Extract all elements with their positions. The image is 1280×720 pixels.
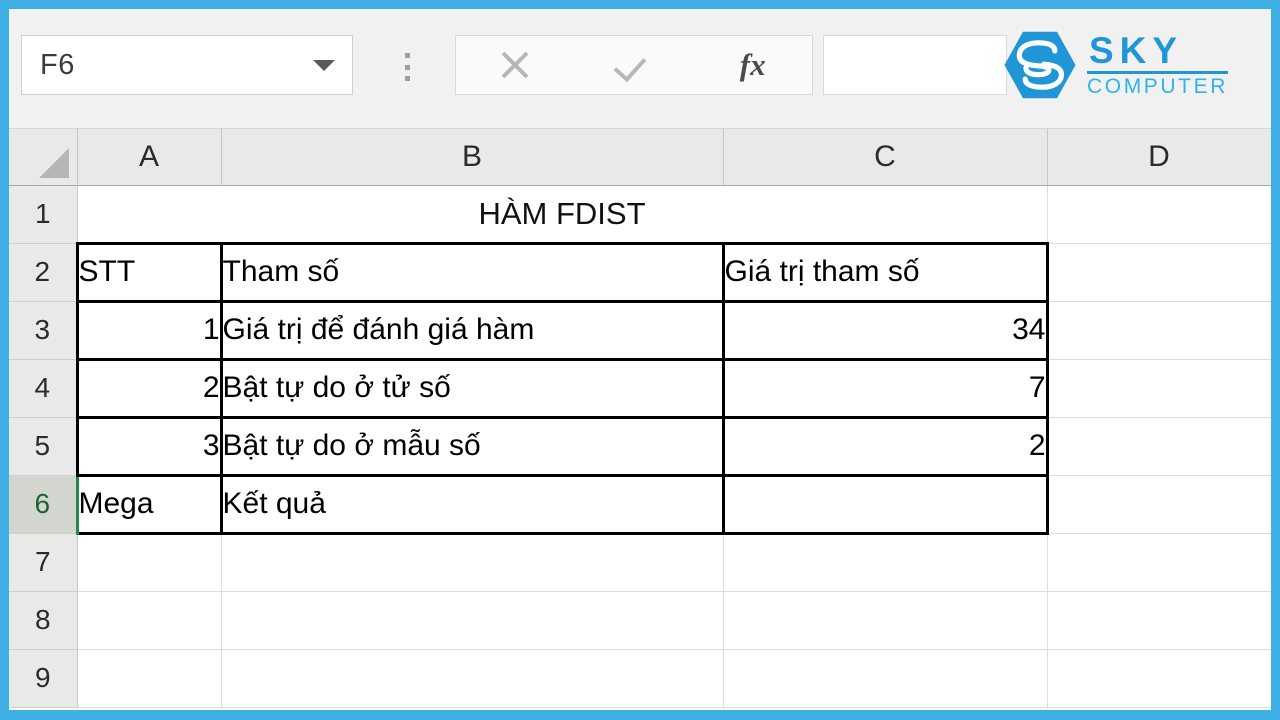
cell-a8[interactable] xyxy=(77,591,222,650)
sky-hexagon-s-icon xyxy=(1004,31,1076,99)
row-header-6[interactable]: 6 xyxy=(9,475,79,534)
cell-d8[interactable] xyxy=(1047,591,1271,650)
chevron-down-icon xyxy=(313,59,335,71)
cell-d9[interactable] xyxy=(1047,649,1271,708)
dot xyxy=(404,64,410,70)
sheet-row-8: 8 xyxy=(9,591,1271,650)
cell-c5[interactable]: 2 xyxy=(721,417,1049,477)
cell-c7[interactable] xyxy=(723,533,1048,592)
row-header-7[interactable]: 7 xyxy=(9,533,78,592)
row-header-2[interactable]: 2 xyxy=(9,243,78,302)
logo-divider xyxy=(1087,70,1228,74)
screenshot-frame: F6 fx SKY COMPUTER A B C D 1 HÀM FDIST 2… xyxy=(0,0,1280,720)
row-header-9[interactable]: 9 xyxy=(9,649,78,708)
name-box-value: F6 xyxy=(40,48,75,81)
cell-c9[interactable] xyxy=(723,649,1048,708)
cell-c3[interactable]: 34 xyxy=(721,301,1049,361)
cell-c6[interactable] xyxy=(721,475,1049,535)
cell-a7[interactable] xyxy=(77,533,222,592)
cell-b8[interactable] xyxy=(221,591,724,650)
fx-icon: fx xyxy=(739,47,766,82)
logo-primary-text: SKY xyxy=(1089,30,1184,72)
cell-d7[interactable] xyxy=(1047,533,1271,592)
grid-table: A B C D 1 HÀM FDIST 2 STT Tham số Giá tr… xyxy=(9,129,1271,708)
dot xyxy=(404,53,410,58)
cell-a9[interactable] xyxy=(77,649,222,708)
sheet-row-5: 5 3 Bật tự do ở mẫu số 2 xyxy=(9,417,1271,477)
cell-d6[interactable] xyxy=(1047,475,1271,534)
cell-b6[interactable]: Kết quả xyxy=(219,475,724,535)
cell-b5[interactable]: Bật tự do ở mẫu số xyxy=(219,417,724,477)
cancel-button[interactable] xyxy=(456,36,575,94)
row-header-3[interactable]: 3 xyxy=(9,301,78,360)
cell-b9[interactable] xyxy=(221,649,724,708)
column-header-b[interactable]: B xyxy=(221,129,724,186)
cell-a5[interactable]: 3 xyxy=(75,417,222,477)
dot xyxy=(404,76,410,81)
cell-d3[interactable] xyxy=(1047,301,1271,360)
row-header-1[interactable]: 1 xyxy=(9,185,78,244)
sky-computer-logo: SKY COMPUTER xyxy=(1003,23,1253,107)
sheet-row-3: 3 1 Giá trị để đánh giá hàm 34 xyxy=(9,301,1271,361)
column-header-row: A B C D xyxy=(9,129,1271,186)
cell-c4[interactable]: 7 xyxy=(721,359,1049,419)
row-header-5[interactable]: 5 xyxy=(9,417,78,476)
vertical-dots-icon[interactable] xyxy=(395,53,419,81)
column-header-c[interactable]: C xyxy=(723,129,1048,186)
cell-a6[interactable]: Mega xyxy=(75,475,222,535)
logo-secondary-text: COMPUTER xyxy=(1087,74,1228,98)
cell-b3[interactable]: Giá trị để đánh giá hàm xyxy=(219,301,724,361)
formula-action-buttons: fx xyxy=(455,35,813,95)
enter-button[interactable] xyxy=(575,36,694,94)
cell-b4[interactable]: Bật tự do ở tử số xyxy=(219,359,724,419)
column-header-d[interactable]: D xyxy=(1047,129,1271,186)
formula-input[interactable] xyxy=(823,35,1007,95)
insert-function-button[interactable]: fx xyxy=(693,36,812,94)
cell-a4[interactable]: 2 xyxy=(75,359,222,419)
cell-b7[interactable] xyxy=(221,533,724,592)
cell-c8[interactable] xyxy=(723,591,1048,650)
sheet-row-2: 2 STT Tham số Giá trị tham số xyxy=(9,241,1271,303)
cell-d1[interactable] xyxy=(1047,185,1271,244)
cell-c2[interactable]: Giá trị tham số xyxy=(721,241,1049,303)
formula-bar: F6 fx SKY COMPUTER xyxy=(9,9,1271,129)
column-header-a[interactable]: A xyxy=(77,129,222,186)
name-box-dropdown-button[interactable] xyxy=(296,36,352,94)
cell-a3[interactable]: 1 xyxy=(75,301,222,361)
cell-a2[interactable]: STT xyxy=(75,241,222,303)
cell-d2[interactable] xyxy=(1047,243,1271,302)
select-all-button[interactable] xyxy=(9,129,78,186)
select-all-triangle-icon xyxy=(38,147,69,178)
row-header-4[interactable]: 4 xyxy=(9,359,78,418)
sheet-row-7: 7 xyxy=(9,533,1271,592)
checkmark-icon xyxy=(617,48,651,82)
logo-wordmark: SKY COMPUTER xyxy=(1087,32,1228,98)
cell-title[interactable]: HÀM FDIST xyxy=(77,185,1048,244)
row-header-8[interactable]: 8 xyxy=(9,591,78,650)
sheet-row-9: 9 xyxy=(9,649,1271,708)
close-x-icon xyxy=(498,48,532,82)
sheet-row-6: 6 Mega Kết quả xyxy=(9,475,1271,535)
sheet-row-1: 1 HÀM FDIST xyxy=(9,185,1271,244)
name-box[interactable]: F6 xyxy=(21,35,353,95)
excel-window: F6 fx SKY COMPUTER A B C D 1 HÀM FDIST 2… xyxy=(9,9,1271,710)
worksheet-grid[interactable]: A B C D 1 HÀM FDIST 2 STT Tham số Giá tr… xyxy=(9,129,1271,709)
sheet-row-4: 4 2 Bật tự do ở tử số 7 xyxy=(9,359,1271,419)
cell-d4[interactable] xyxy=(1047,359,1271,418)
cell-d5[interactable] xyxy=(1047,417,1271,476)
cell-b2[interactable]: Tham số xyxy=(219,241,724,303)
